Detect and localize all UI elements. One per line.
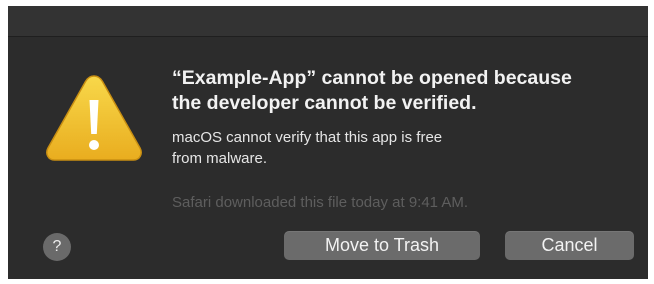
- download-info-text: Safari downloaded this file today at 9:4…: [172, 194, 469, 211]
- alert-headline-line-2: the developer cannot be verified.: [172, 92, 477, 114]
- alert-body-line-2: from malware.: [172, 150, 268, 167]
- alert-headline-line-1: “Example-App” cannot be opened because: [172, 67, 572, 89]
- alert-body-line-1: macOS cannot verify that this app is fre…: [172, 129, 443, 146]
- warning-icon: [46, 75, 142, 161]
- gatekeeper-alert-dialog: “Example-App” cannot be opened because t…: [8, 6, 648, 279]
- alert-headline: “Example-App” cannot be opened because t…: [172, 66, 632, 116]
- dialog-titlebar: [8, 6, 648, 37]
- move-to-trash-button[interactable]: Move to Trash: [284, 231, 480, 260]
- help-button[interactable]: ?: [43, 233, 71, 261]
- alert-body-text: macOS cannot verify that this app is fre…: [172, 127, 592, 169]
- cancel-button[interactable]: Cancel: [505, 231, 634, 260]
